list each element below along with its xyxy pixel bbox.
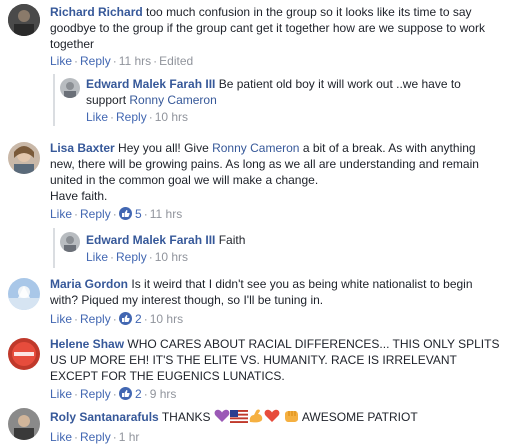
comment-body-start: THANKS xyxy=(161,410,211,424)
like-count[interactable]: 2 xyxy=(135,387,142,401)
avatar-image xyxy=(8,278,40,310)
comment-author[interactable]: Edward Malek Farah III xyxy=(86,77,215,91)
timestamp[interactable]: 10 hrs xyxy=(150,312,183,326)
us-flag-emoji xyxy=(229,410,248,427)
comment-text: Richard Richard too much confusion in th… xyxy=(50,4,502,52)
comment-author[interactable]: Lisa Baxter xyxy=(50,141,115,155)
avatar-image xyxy=(8,338,40,370)
heart-emoji xyxy=(264,409,280,427)
avatar[interactable] xyxy=(8,4,40,36)
comment-text: Roly Santanarafuls THANKS AWESOME PATRIO… xyxy=(50,408,502,427)
reply-link[interactable]: Reply xyxy=(116,110,147,124)
reply-thread-bar xyxy=(53,228,55,268)
comment-actions: Like · Reply · 1 hr xyxy=(50,430,140,444)
avatar-image xyxy=(8,408,40,440)
mention-link[interactable]: Ronny Cameron xyxy=(129,93,216,107)
comment-actions: Like · Reply · 5 · 11 hrs xyxy=(50,207,183,221)
flexed-biceps-emoji xyxy=(248,408,264,427)
comment-author[interactable]: Roly Santanarafuls xyxy=(50,410,159,424)
comment-author[interactable]: Richard Richard xyxy=(50,5,143,19)
avatar[interactable] xyxy=(8,408,40,440)
comment-author[interactable]: Maria Gordon xyxy=(50,277,128,291)
avatar-image xyxy=(8,142,40,174)
comment-text: Edward Malek Farah III Be patient old bo… xyxy=(86,76,502,108)
comment-text: Lisa Baxter Hey you all! Give Ronny Came… xyxy=(50,140,502,204)
timestamp[interactable]: 10 hrs xyxy=(155,250,188,264)
avatar[interactable] xyxy=(60,232,80,252)
purple-heart-emoji xyxy=(214,409,230,427)
avatar-image xyxy=(8,4,40,36)
timestamp[interactable]: 11 hrs xyxy=(150,207,182,221)
like-link[interactable]: Like xyxy=(50,312,72,326)
like-reaction-icon[interactable] xyxy=(118,207,132,220)
comment-actions: Like · Reply · 2 · 9 hrs xyxy=(50,387,177,401)
like-count[interactable]: 2 xyxy=(135,312,142,326)
reply-link[interactable]: Reply xyxy=(80,430,111,444)
timestamp[interactable]: 9 hrs xyxy=(150,387,177,401)
reply-link[interactable]: Reply xyxy=(80,54,111,68)
like-link[interactable]: Like xyxy=(50,54,72,68)
comment-actions: Like · Reply · 10 hrs xyxy=(86,110,189,124)
avatar[interactable] xyxy=(8,142,40,174)
comment-body: Faith xyxy=(218,233,246,247)
comment-body-start: Hey you all! Give xyxy=(118,141,209,155)
reply-link[interactable]: Reply xyxy=(116,250,147,264)
comment-actions: Like · Reply · 11 hrs · Edited xyxy=(50,54,194,68)
like-reaction-icon[interactable] xyxy=(118,312,132,325)
comment-text: Edward Malek Farah III Faith xyxy=(86,232,502,248)
avatar[interactable] xyxy=(60,78,80,98)
reply-link[interactable]: Reply xyxy=(80,387,111,401)
comment-body-last: Have faith. xyxy=(50,189,108,203)
reply-thread-bar xyxy=(53,74,55,126)
reply-link[interactable]: Reply xyxy=(80,207,111,221)
comment-body-end: AWESOME PATRIOT xyxy=(301,410,418,424)
avatar[interactable] xyxy=(8,338,40,370)
comment-text: Maria Gordon Is it weird that I didn't s… xyxy=(50,276,502,308)
like-reaction-icon[interactable] xyxy=(118,387,132,400)
reply-link[interactable]: Reply xyxy=(80,312,111,326)
comment-text: Helene Shaw WHO CARES ABOUT RACIAL DIFFE… xyxy=(50,336,502,384)
fist-emoji xyxy=(283,409,299,427)
timestamp[interactable]: 10 hrs xyxy=(155,110,188,124)
avatar[interactable] xyxy=(8,278,40,310)
comment-author[interactable]: Edward Malek Farah III xyxy=(86,233,215,247)
like-link[interactable]: Like xyxy=(86,250,108,264)
timestamp[interactable]: 1 hr xyxy=(119,430,140,444)
like-link[interactable]: Like xyxy=(50,430,72,444)
like-link[interactable]: Like xyxy=(50,207,72,221)
comment-actions: Like · Reply · 10 hrs xyxy=(86,250,189,264)
timestamp[interactable]: 11 hrs xyxy=(119,54,151,68)
edited-label[interactable]: Edited xyxy=(159,54,193,68)
avatar-image xyxy=(60,78,80,98)
comment-actions: Like · Reply · 2 · 10 hrs xyxy=(50,312,184,326)
comment-author[interactable]: Helene Shaw xyxy=(50,337,124,351)
like-count[interactable]: 5 xyxy=(135,207,142,221)
like-link[interactable]: Like xyxy=(86,110,108,124)
avatar-image xyxy=(60,232,80,252)
like-link[interactable]: Like xyxy=(50,387,72,401)
mention-link[interactable]: Ronny Cameron xyxy=(212,141,299,155)
